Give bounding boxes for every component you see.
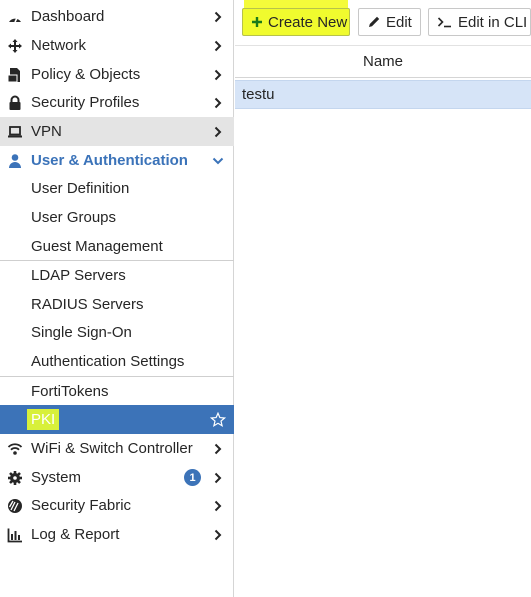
sidebar-item-label: Network [31,37,87,54]
sidebar-item-wifi-switch[interactable]: WiFi & Switch Controller [0,434,234,463]
chevron-down-icon [209,157,227,165]
edit-in-cli-button[interactable]: Edit in CLI [428,8,531,36]
fabric-icon [7,498,23,514]
chevron-right-icon [209,11,227,23]
sidebar-item-label: LDAP Servers [31,267,126,284]
dashboard-icon [7,9,23,25]
sidebar-item-radius-servers[interactable]: RADIUS Servers [0,290,234,319]
sidebar-item-label: PKI [0,409,209,430]
edit-in-cli-label: Edit in CLI [458,13,528,31]
sidebar-item-label: FortiTokens [31,383,109,400]
sidebar-item-security-profiles[interactable]: Security Profiles [0,88,234,117]
lock-icon [7,95,23,111]
chart-icon [7,527,23,543]
chevron-right-icon [209,529,227,541]
sidebar-item-dashboard[interactable]: Dashboard [0,2,234,31]
chevron-right-icon [209,40,227,52]
sidebar-item-label: Dashboard [31,8,105,25]
sidebar-item-label: Policy & Objects [31,66,141,83]
gear-icon [7,470,23,486]
sidebar-item-label: Single Sign-On [31,324,132,341]
table-cell-name: testu [242,86,275,103]
chevron-right-icon [209,472,227,484]
sidebar-item-fortitokens[interactable]: FortiTokens [0,377,234,406]
policy-icon [7,67,23,83]
sidebar-item-label: Guest Management [31,238,163,255]
pki-label: PKI [27,409,60,430]
sidebar-item-pki[interactable]: PKI [0,405,234,434]
pencil-icon [367,15,381,29]
table-header-name[interactable]: Name [235,45,531,78]
sidebar-item-vpn[interactable]: VPN [0,117,234,146]
terminal-icon [437,16,453,28]
chevron-right-icon [209,97,227,109]
sidebar-item-single-sign-on[interactable]: Single Sign-On [0,318,234,347]
sidebar-item-security-fabric[interactable]: Security Fabric [0,491,234,520]
create-new-label: Create New [268,13,348,31]
chevron-right-icon [209,500,227,512]
sidebar-item-network[interactable]: Network [0,31,234,60]
user-icon [7,153,23,169]
create-new-button[interactable]: Create New [242,8,350,36]
sidebar-item-ldap-servers[interactable]: LDAP Servers [0,261,234,290]
chevron-right-icon [209,69,227,81]
sidebar: Dashboard Network Policy & Objects Secur… [0,0,234,597]
edit-label: Edit [386,13,412,31]
star-icon[interactable] [209,411,227,428]
sidebar-item-label: WiFi & Switch Controller [31,440,193,457]
sidebar-item-label: Security Fabric [31,497,132,514]
sidebar-item-authentication-settings[interactable]: Authentication Settings [0,347,234,376]
sidebar-item-label: User Definition [31,180,130,197]
notification-badge: 1 [184,469,201,486]
sidebar-item-label: System [31,469,82,486]
sidebar-item-system[interactable]: System 1 [0,463,234,492]
sidebar-item-guest-management[interactable]: Guest Management [0,232,234,261]
sidebar-item-label: Security Profiles [31,94,140,111]
sidebar-item-label: User & Authentication [31,152,188,169]
sidebar-item-user-groups[interactable]: User Groups [0,203,234,232]
chevron-right-icon [209,443,227,455]
plus-icon [251,16,263,28]
sidebar-item-user-authentication[interactable]: User & Authentication [0,146,234,175]
sidebar-item-label: Log & Report [31,526,120,543]
wifi-icon [7,441,23,457]
sidebar-item-policy-objects[interactable]: Policy & Objects [0,60,234,89]
column-header-label: Name [362,53,403,70]
sidebar-item-label: VPN [31,123,62,140]
edit-button[interactable]: Edit [358,8,421,36]
sidebar-item-label: User Groups [31,209,117,226]
sidebar-item-label: Authentication Settings [31,353,185,370]
sidebar-item-log-report[interactable]: Log & Report [0,520,234,549]
laptop-icon [7,124,23,140]
chevron-right-icon [209,126,227,138]
table-row[interactable]: testu [235,80,531,109]
sidebar-item-user-definition[interactable]: User Definition [0,174,234,203]
network-icon [7,38,23,54]
sidebar-item-label: RADIUS Servers [31,296,144,313]
